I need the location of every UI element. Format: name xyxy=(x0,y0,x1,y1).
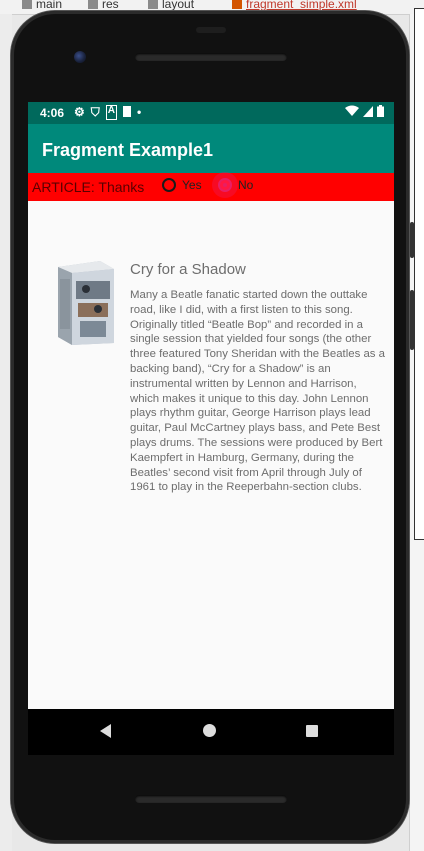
device-screen: 4:06 ⚙ ⛉ A • Fragment Example1 ARTICLE: … xyxy=(28,102,394,709)
album-cover-image xyxy=(56,259,116,345)
song-title: Cry for a Shadow xyxy=(130,261,246,278)
battery-icon xyxy=(377,105,384,117)
status-time: 4:06 xyxy=(40,106,65,120)
back-icon[interactable] xyxy=(100,724,111,738)
fragment-content: Cry for a Shadow Many a Beatle fanatic s… xyxy=(28,201,394,709)
article-label: ARTICLE: Thanks xyxy=(32,179,145,195)
home-icon[interactable] xyxy=(203,724,216,737)
gear-icon: ⚙ xyxy=(74,105,85,119)
volume-button[interactable] xyxy=(410,290,414,350)
article-bar: ARTICLE: Thanks Yes No xyxy=(28,172,394,201)
front-camera xyxy=(74,51,86,63)
radio-checked-icon xyxy=(218,178,232,192)
earpiece xyxy=(196,27,226,33)
song-description: Many a Beatle fanatic started down the o… xyxy=(130,289,385,494)
ide-side-panel xyxy=(414,8,424,540)
folder-icon xyxy=(88,0,98,9)
app-bar: Fragment Example1 xyxy=(28,124,394,173)
sd-card-icon xyxy=(123,106,132,117)
bottom-speaker xyxy=(135,795,287,803)
ide-tab-main[interactable]: main xyxy=(22,0,62,11)
power-button[interactable] xyxy=(410,222,414,258)
a-icon: A xyxy=(105,105,118,120)
folder-icon xyxy=(22,0,32,9)
recents-icon[interactable] xyxy=(306,725,318,737)
top-speaker xyxy=(135,53,287,61)
radio-unchecked-icon xyxy=(162,178,176,192)
navigation-bar xyxy=(28,709,394,755)
radio-yes[interactable]: Yes xyxy=(162,178,202,192)
dot-icon: • xyxy=(137,105,142,119)
radio-yes-label: Yes xyxy=(182,178,202,192)
radio-no[interactable]: No xyxy=(212,172,254,198)
xml-file-icon xyxy=(232,0,242,9)
app-title: Fragment Example1 xyxy=(42,140,214,160)
folder-icon xyxy=(148,0,158,9)
ide-tab-res[interactable]: res xyxy=(88,0,119,11)
cell-signal-icon xyxy=(363,105,373,117)
status-bar: 4:06 ⚙ ⛉ A • xyxy=(28,102,394,124)
wifi-icon xyxy=(345,105,359,116)
shield-icon: ⛉ xyxy=(90,105,100,119)
ide-tab-fragment-simple[interactable]: fragment_simple.xml xyxy=(232,0,357,11)
radio-no-label: No xyxy=(238,178,254,192)
ide-tab-layout[interactable]: layout xyxy=(148,0,194,11)
